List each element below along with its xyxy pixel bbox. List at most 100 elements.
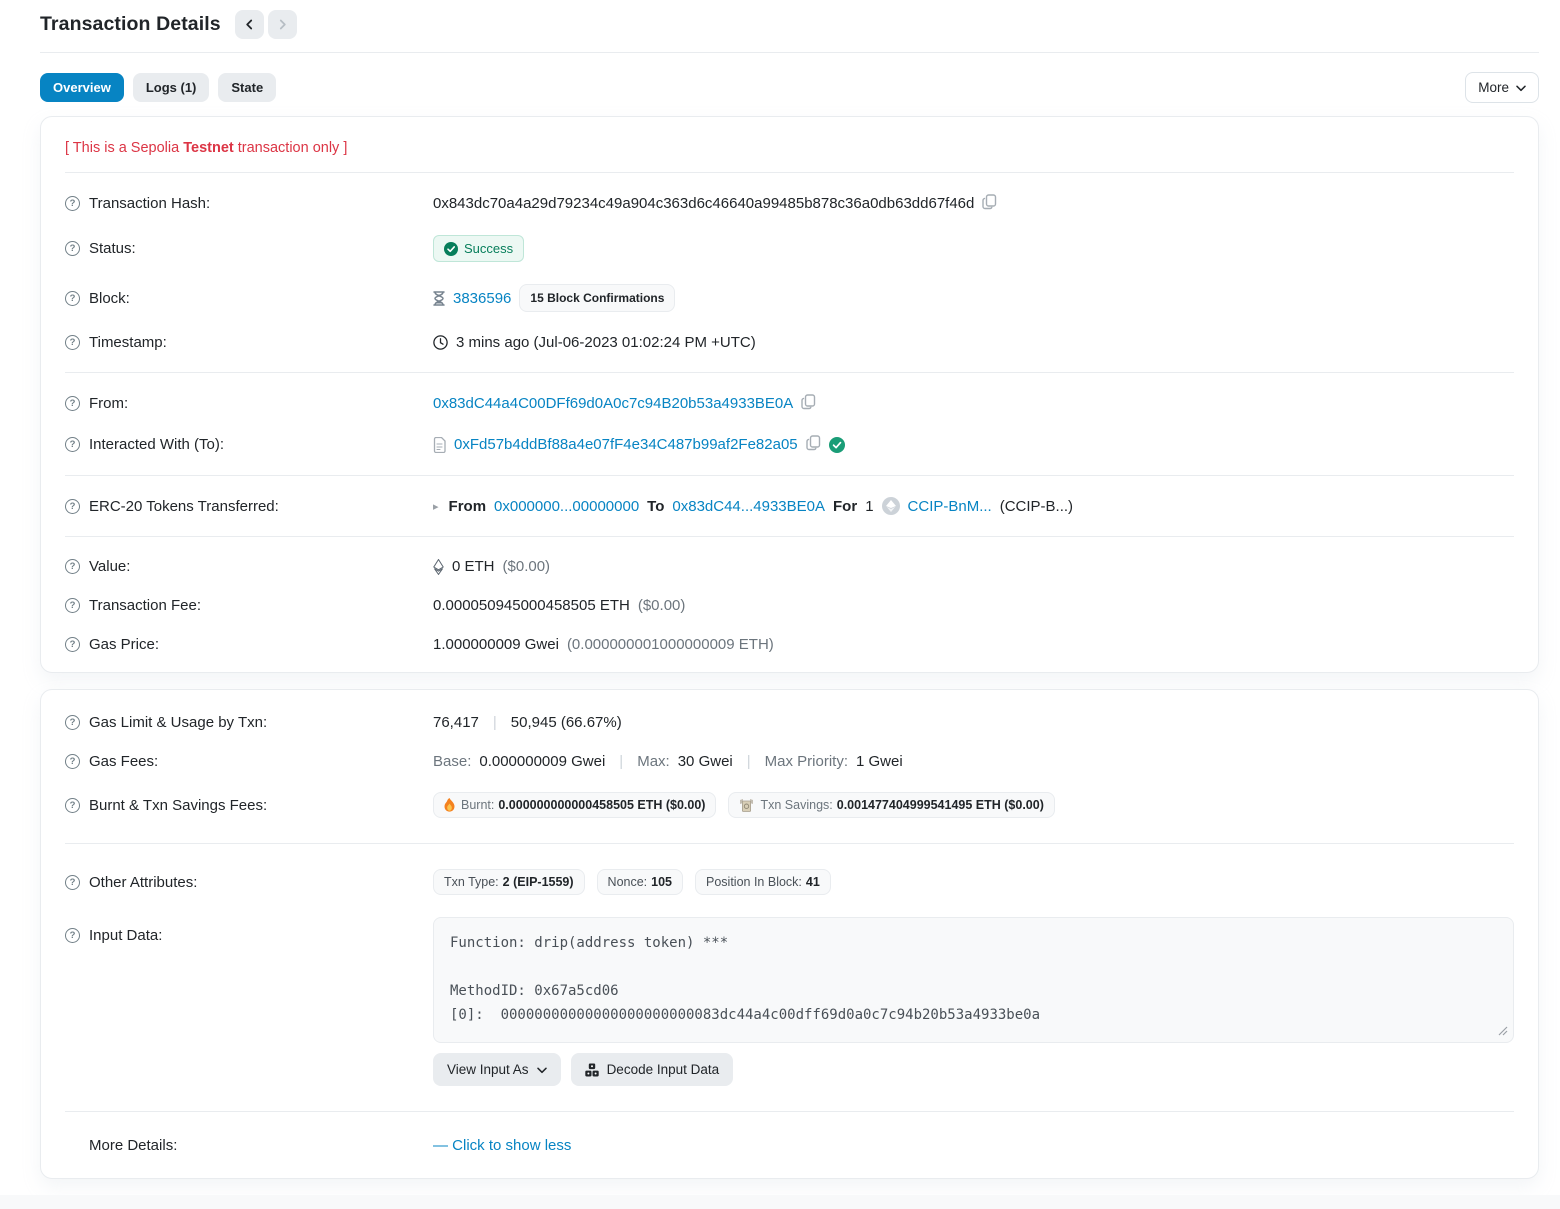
transaction-fee-usd: ($0.00) <box>638 597 686 614</box>
token-icon <box>882 497 900 515</box>
txn-savings-value: 0.001477404999541495 ETH ($0.00) <box>837 798 1044 812</box>
page-title: Transaction Details <box>40 13 221 36</box>
max-fee-value: 30 Gwei <box>678 753 733 770</box>
more-dropdown-label: More <box>1478 80 1509 95</box>
divider <box>65 1111 1514 1112</box>
help-icon[interactable]: ? <box>65 499 80 514</box>
max-fee-key: Max: <box>637 753 670 770</box>
row-value: ? Value: 0 ETH ($0.00) <box>65 547 1514 586</box>
erc20-token-symbol: (CCIP-B...) <box>1000 498 1073 515</box>
decode-input-data-button[interactable]: Decode Input Data <box>571 1053 734 1086</box>
help-icon[interactable]: ? <box>65 396 80 411</box>
copy-icon <box>806 435 821 454</box>
pipe-separator: | <box>747 753 751 770</box>
help-icon[interactable]: ? <box>65 598 80 613</box>
divider <box>65 475 1514 476</box>
decode-input-data-label: Decode Input Data <box>607 1062 720 1077</box>
tab-state[interactable]: State <box>218 73 276 102</box>
input-data-actions: View Input As Decode Input Data <box>433 1053 1514 1086</box>
base-fee-value: 0.000000009 Gwei <box>479 753 605 770</box>
erc20-to-address-link[interactable]: 0x83dC44...4933BE0A <box>672 498 825 515</box>
help-icon[interactable]: ? <box>65 798 80 813</box>
gas-price-label: Gas Price: <box>89 636 159 653</box>
row-transaction-hash: ? Transaction Hash: 0x843dc70a4a29d79234… <box>65 183 1514 224</box>
testnet-warning: [ This is a Sepolia Testnet transaction … <box>65 140 1514 156</box>
flame-icon <box>444 798 455 812</box>
help-icon[interactable]: ? <box>65 335 80 350</box>
chevron-right-icon <box>277 19 288 30</box>
next-txn-button[interactable] <box>268 10 297 39</box>
copy-to-address-button[interactable] <box>806 435 821 454</box>
row-status: ? Status: Success <box>65 224 1514 273</box>
to-contract-address-link[interactable]: 0xFd57b4ddBf88a4e07fF4e34C487b99af2Fe82a… <box>454 436 798 453</box>
value-usd: ($0.00) <box>503 558 551 575</box>
verified-contract-check-icon <box>829 437 845 453</box>
erc20-token-name-link[interactable]: CCIP-BnM... <box>908 498 992 515</box>
divider <box>65 172 1514 173</box>
help-icon[interactable]: ? <box>65 637 80 652</box>
caret-right-icon[interactable]: ▸ <box>433 500 439 513</box>
gas-limit-value: 76,417 <box>433 714 479 731</box>
show-less-link[interactable]: — Click to show less <box>433 1137 571 1154</box>
check-circle-icon <box>444 242 458 256</box>
nonce-value: 105 <box>651 875 672 889</box>
gas-price-amount: 1.000000009 Gwei <box>433 636 559 653</box>
tab-logs[interactable]: Logs (1) <box>133 73 210 102</box>
status-badge-label: Success <box>464 241 513 256</box>
transaction-fee-amount: 0.000050945000458505 ETH <box>433 597 630 614</box>
help-icon[interactable]: ? <box>65 754 80 769</box>
status-badge: Success <box>433 235 524 262</box>
block-confirmations-badge: 15 Block Confirmations <box>519 284 675 312</box>
help-icon[interactable]: ? <box>65 437 80 452</box>
input-data-label: Input Data: <box>89 927 162 944</box>
eth-diamond-icon <box>433 559 444 575</box>
gas-price-eth: (0.000000001000000009 ETH) <box>567 636 774 653</box>
more-details-label: More Details: <box>89 1137 177 1154</box>
help-icon[interactable]: ? <box>65 291 80 306</box>
from-address-link[interactable]: 0x83dC44a4C00DFf69d0A0c7c94B20b53a4933BE… <box>433 395 793 412</box>
tabs-row: Overview Logs (1) State More <box>40 72 1539 103</box>
transaction-hash-value: 0x843dc70a4a29d79234c49a904c363d6c46640a… <box>433 195 974 212</box>
copy-from-address-button[interactable] <box>801 394 816 413</box>
overview-card: [ This is a Sepolia Testnet transaction … <box>40 116 1539 673</box>
help-icon[interactable]: ? <box>65 928 80 943</box>
help-icon[interactable]: ? <box>65 196 80 211</box>
details-card: ? Gas Limit & Usage by Txn: 76,417 | 50,… <box>40 689 1539 1179</box>
position-in-block-badge: Position In Block: 41 <box>695 869 831 895</box>
erc20-label: ERC-20 Tokens Transferred: <box>89 498 279 515</box>
view-input-as-button[interactable]: View Input As <box>433 1053 561 1086</box>
copy-icon <box>801 394 816 413</box>
row-erc20-transfers: ? ERC-20 Tokens Transferred: ▸ From 0x00… <box>65 486 1514 526</box>
help-icon[interactable]: ? <box>65 241 80 256</box>
row-more-details: More Details: — Click to show less <box>65 1126 1514 1170</box>
gas-fees-label: Gas Fees: <box>89 753 158 770</box>
row-burnt-savings-fees: ? Burnt & Txn Savings Fees: Burnt: 0.000… <box>65 781 1514 829</box>
erc20-for-word: For <box>833 498 857 515</box>
from-label: From: <box>89 395 128 412</box>
more-dropdown-button[interactable]: More <box>1465 72 1539 103</box>
help-icon[interactable]: ? <box>65 875 80 890</box>
row-from: ? From: 0x83dC44a4C00DFf69d0A0c7c94B20b5… <box>65 383 1514 424</box>
divider <box>65 843 1514 844</box>
pipe-separator: | <box>619 753 623 770</box>
erc20-from-address-link[interactable]: 0x000000...00000000 <box>494 498 639 515</box>
txn-navigation <box>235 10 297 39</box>
hourglass-icon <box>433 291 445 306</box>
previous-txn-button[interactable] <box>235 10 264 39</box>
chevron-left-icon <box>244 19 255 30</box>
input-data-textarea[interactable]: Function: drip(address token) *** Method… <box>433 917 1514 1043</box>
row-input-data: ? Input Data: Function: drip(address tok… <box>65 906 1514 1097</box>
erc20-to-word: To <box>647 498 664 515</box>
tab-overview[interactable]: Overview <box>40 73 124 102</box>
help-icon[interactable]: ? <box>65 715 80 730</box>
transaction-fee-label: Transaction Fee: <box>89 597 201 614</box>
help-icon[interactable]: ? <box>65 559 80 574</box>
txn-savings-badge: Txn Savings: 0.001477404999541495 ETH ($… <box>728 792 1054 818</box>
gas-limit-label: Gas Limit & Usage by Txn: <box>89 714 267 731</box>
contract-file-icon <box>433 437 446 453</box>
copy-icon <box>982 194 997 213</box>
money-wings-icon <box>739 799 754 812</box>
copy-txn-hash-button[interactable] <box>982 194 997 213</box>
txn-type-value: 2 (EIP-1559) <box>503 875 574 889</box>
block-number-link[interactable]: 3836596 <box>453 290 511 307</box>
